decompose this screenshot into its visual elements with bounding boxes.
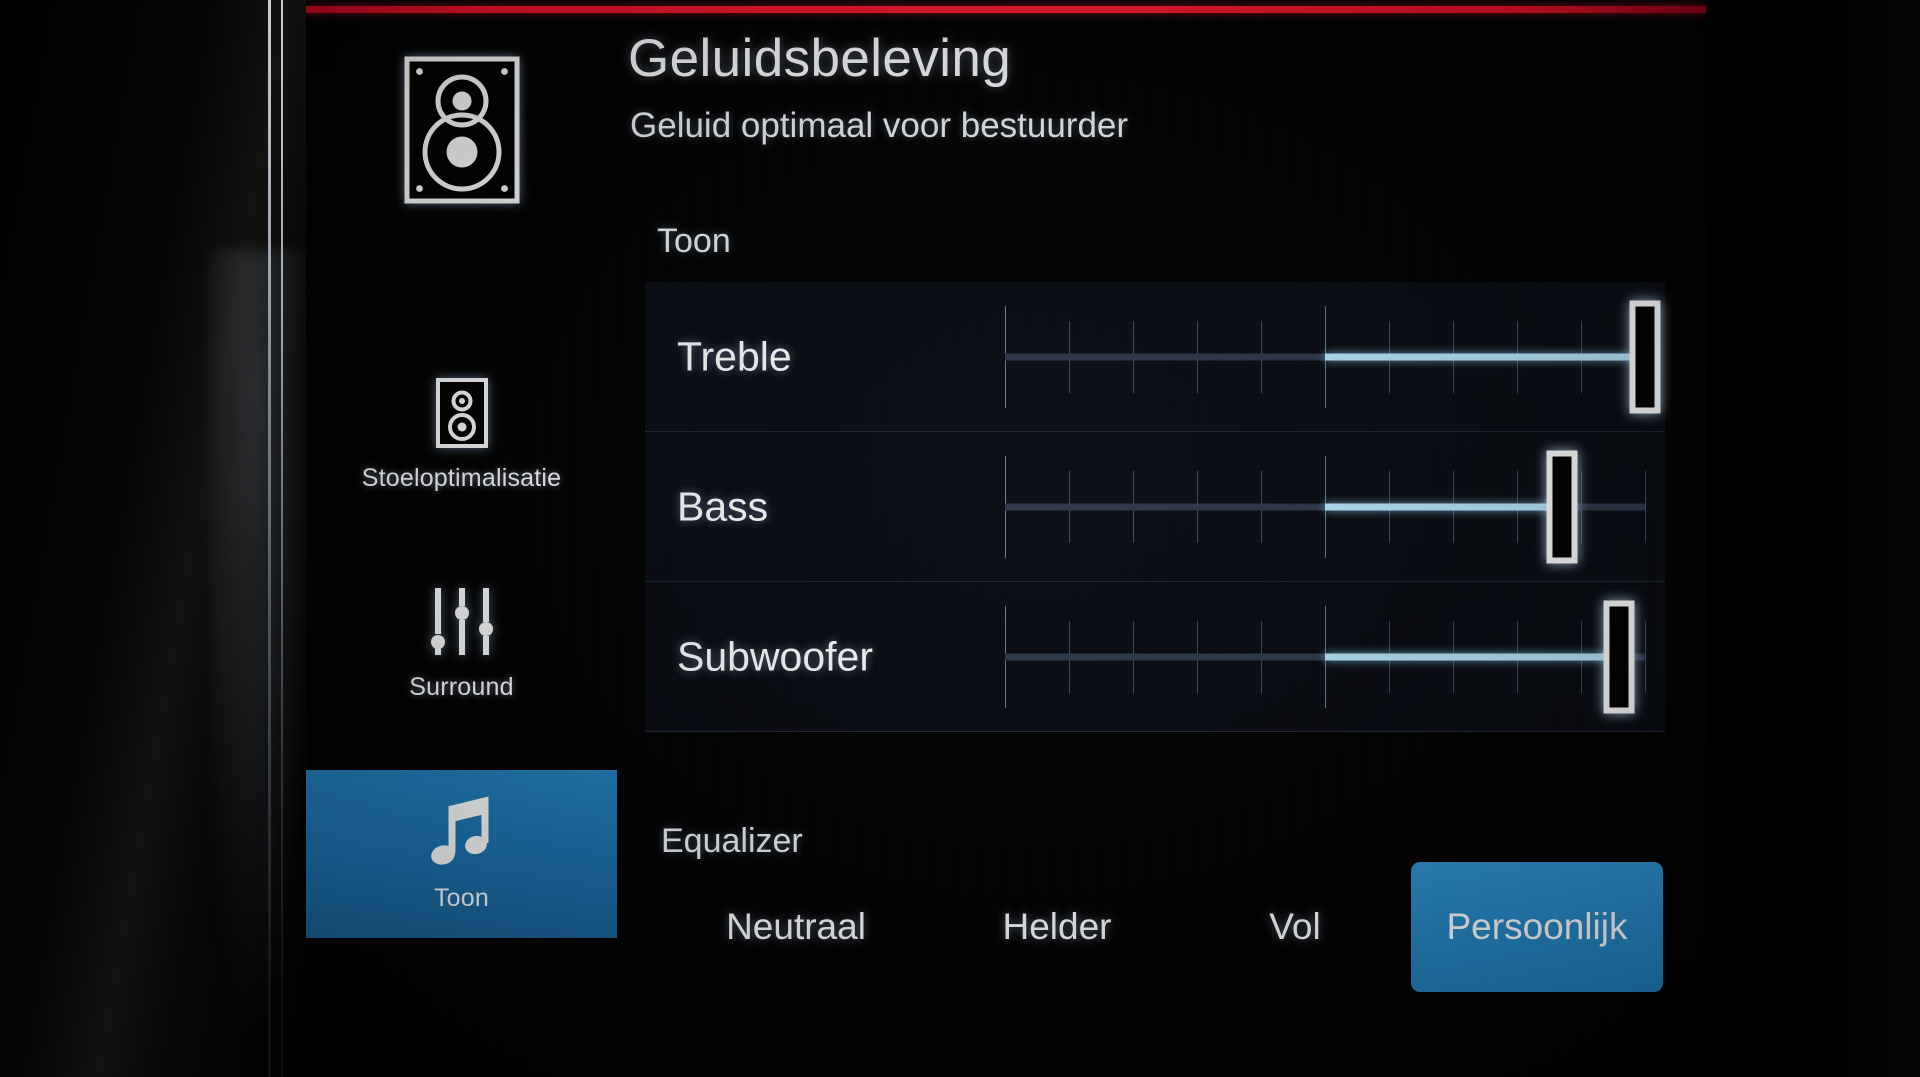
sidebar-nav: Stoeloptimalisatie Surround Toon bbox=[306, 0, 617, 1077]
section-header-toon: Toon bbox=[657, 222, 731, 260]
faders-icon bbox=[425, 584, 499, 663]
dashboard-bezel-right bbox=[1706, 0, 1920, 1077]
eq-preset-persoonlijk[interactable]: Persoonlijk bbox=[1411, 862, 1663, 992]
tone-slider-list: Treble Bass Subwoofer bbox=[645, 282, 1665, 732]
page-title: Geluidsbeleving bbox=[628, 29, 1012, 88]
slider-tick bbox=[1645, 621, 1646, 693]
bezel-reflection bbox=[210, 250, 320, 1077]
equalizer-preset-group: Neutraal Helder Vol Persoonlijk bbox=[645, 862, 1675, 1002]
sidebar-item-label: Toon bbox=[433, 884, 489, 912]
section-header-equalizer: Equalizer bbox=[661, 822, 803, 860]
bezel-edge-highlight-outer bbox=[268, 0, 271, 1077]
eq-preset-label: Vol bbox=[1269, 906, 1321, 947]
bezel-edge-highlight-inner bbox=[281, 0, 283, 1077]
eq-preset-label: Persoonlijk bbox=[1446, 906, 1628, 947]
page-subtitle: Geluid optimaal voor bestuurder bbox=[630, 106, 1129, 145]
slider-track-fill bbox=[1325, 353, 1645, 361]
eq-preset-label: Helder bbox=[1002, 906, 1112, 947]
slider-row-treble: Treble bbox=[645, 282, 1665, 432]
content-area: Geluidsbeleving Geluid optimaal voor bes… bbox=[617, 0, 1706, 1077]
slider-track-fill bbox=[1325, 653, 1620, 661]
sidebar-item-speaker-overview[interactable] bbox=[306, 52, 617, 222]
sidebar-item-label: Surround bbox=[409, 673, 514, 701]
sidebar-item-surround[interactable]: Surround bbox=[306, 578, 617, 708]
sidebar-item-label: Stoeloptimalisatie bbox=[361, 464, 562, 492]
display-panel: Stoeloptimalisatie Surround Toon Geluids… bbox=[306, 0, 1706, 1077]
eq-preset-helder[interactable]: Helder bbox=[959, 862, 1155, 992]
eq-preset-vol[interactable]: Vol bbox=[1211, 862, 1379, 992]
eq-preset-label: Neutraal bbox=[726, 906, 866, 947]
sidebar-item-toon[interactable]: Toon bbox=[306, 770, 617, 938]
slider-thumb[interactable] bbox=[1546, 450, 1578, 564]
slider-label: Bass bbox=[677, 483, 769, 529]
small-speaker-icon bbox=[435, 377, 489, 454]
slider-thumb[interactable] bbox=[1629, 300, 1661, 414]
slider-label: Treble bbox=[677, 333, 792, 379]
slider-track-bass[interactable] bbox=[1005, 432, 1646, 582]
sidebar-item-stoeloptimalisatie[interactable]: Stoeloptimalisatie bbox=[306, 370, 617, 500]
eq-preset-neutraal[interactable]: Neutraal bbox=[681, 862, 911, 992]
slider-label: Subwoofer bbox=[677, 633, 874, 679]
music-note-icon bbox=[429, 795, 495, 874]
slider-track-fill bbox=[1325, 503, 1562, 511]
infotainment-screen: Stoeloptimalisatie Surround Toon Geluids… bbox=[0, 0, 1920, 1077]
slider-row-subwoofer: Subwoofer bbox=[645, 582, 1665, 732]
slider-track-subwoofer[interactable] bbox=[1005, 582, 1646, 732]
slider-track-treble[interactable] bbox=[1005, 282, 1661, 432]
speaker-cabinet-icon bbox=[403, 55, 521, 210]
slider-row-bass: Bass bbox=[645, 432, 1665, 582]
slider-thumb[interactable] bbox=[1603, 600, 1635, 714]
slider-tick bbox=[1645, 471, 1646, 543]
